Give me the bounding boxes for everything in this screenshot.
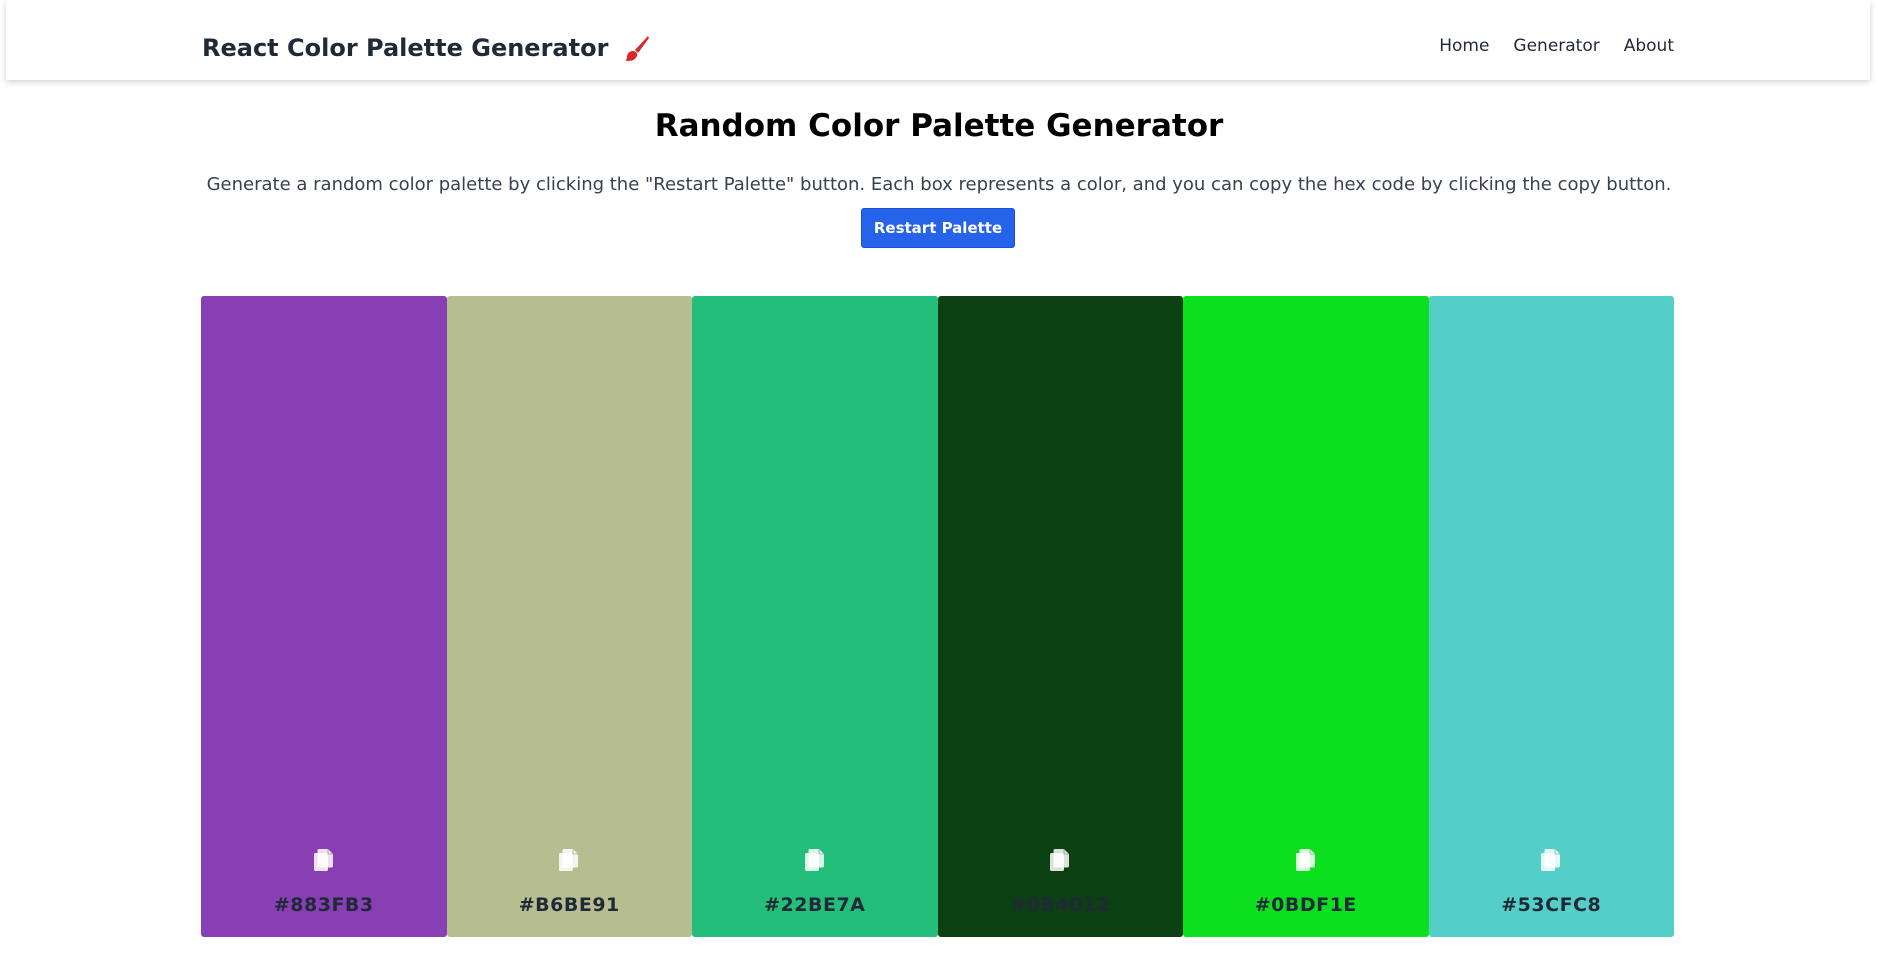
hex-code-label: #B6BE91 (518, 894, 620, 916)
copy-icon[interactable] (1537, 846, 1565, 874)
hex-code-label: #0BDF1E (1254, 894, 1357, 916)
hex-code-label: #0B4012 (1010, 894, 1111, 916)
color-swatch: #B6BE91 (446, 296, 692, 937)
copy-icon[interactable] (1292, 846, 1320, 874)
nav-links: Home Generator About (1439, 36, 1674, 56)
top-navbar: React Color Palette Generator Home Gener… (6, 0, 1870, 80)
color-swatch: #883FB3 (201, 296, 447, 937)
brand-title: React Color Palette Generator (202, 34, 609, 62)
hex-code-label: #883FB3 (273, 894, 374, 916)
copy-icon[interactable] (310, 846, 338, 874)
copy-icon[interactable] (555, 846, 583, 874)
copy-icon[interactable] (1046, 846, 1074, 874)
hex-code-label: #22BE7A (764, 894, 866, 916)
copy-icon[interactable] (801, 846, 829, 874)
nav-link-about[interactable]: About (1624, 36, 1674, 56)
restart-palette-button[interactable]: Restart Palette (861, 208, 1015, 248)
brand[interactable]: React Color Palette Generator (202, 28, 650, 68)
color-swatch: #0BDF1E (1183, 296, 1429, 937)
paintbrush-icon (624, 34, 650, 62)
color-swatch: #53CFC8 (1428, 296, 1674, 937)
page-title: Random Color Palette Generator (654, 108, 1224, 144)
color-swatch: #0B4012 (937, 296, 1183, 937)
page-description: Generate a random color palette by click… (206, 174, 1672, 195)
nav-link-home[interactable]: Home (1439, 36, 1489, 56)
hex-code-label: #53CFC8 (1501, 894, 1602, 916)
nav-link-generator[interactable]: Generator (1513, 36, 1599, 56)
color-palette: #883FB3 #B6BE91 #22BE7A #0B4012 #0BDF1E #53CF… (201, 296, 1674, 937)
color-swatch: #22BE7A (692, 296, 938, 937)
